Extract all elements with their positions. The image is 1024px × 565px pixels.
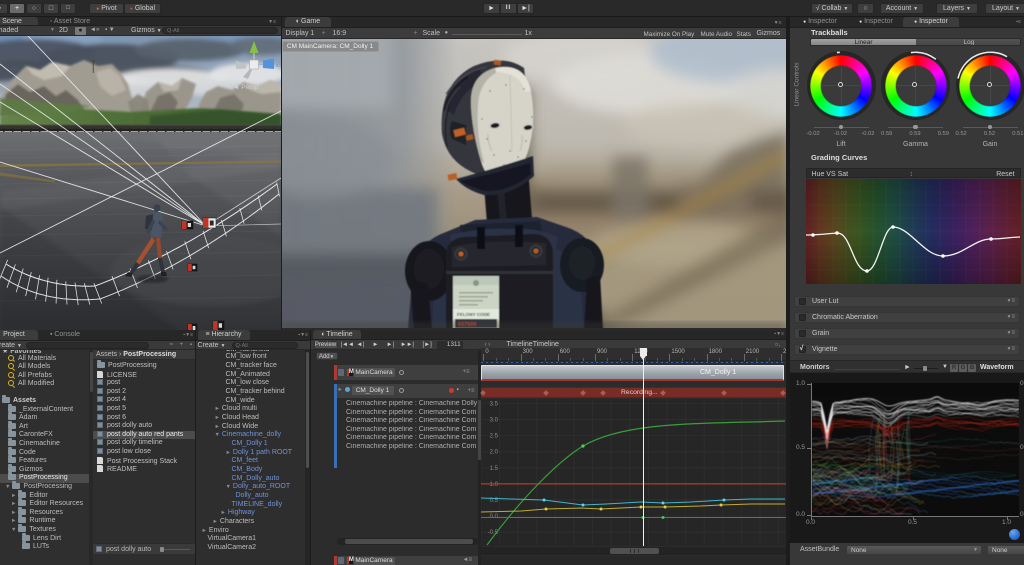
svg-text:2.5: 2.5: [490, 434, 499, 440]
svg-text:◄ Persp: ◄ Persp: [233, 84, 259, 91]
svg-text:FELONY CODE: FELONY CODE: [457, 312, 490, 317]
svg-text:3.0: 3.0: [490, 418, 499, 424]
svg-text:2.0: 2.0: [490, 450, 499, 456]
svg-text:1.5: 1.5: [490, 466, 499, 472]
svg-text:1.0: 1.0: [490, 482, 499, 488]
svg-text:3.5: 3.5: [490, 401, 499, 407]
